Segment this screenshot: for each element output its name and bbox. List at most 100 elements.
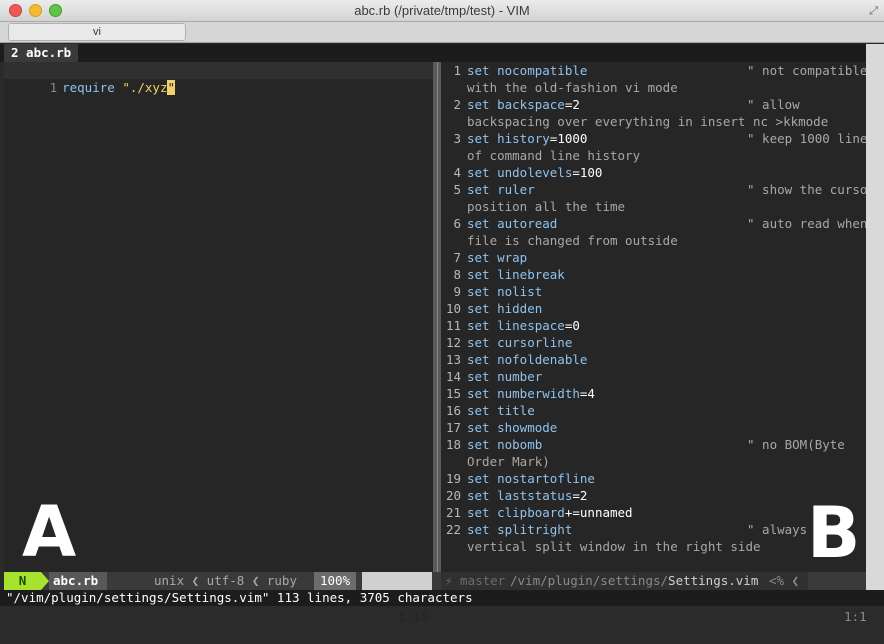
editor-pane-right[interactable]: 1 set nocompatible " not compatible with th… <box>441 62 866 572</box>
option-name: set laststatus <box>467 488 573 503</box>
code-line: 4 set undolevels=100 <box>441 164 602 181</box>
comment-continuation: vertical split window in the right side <box>467 539 761 554</box>
code-line: 13 set nofoldenable <box>441 351 587 368</box>
option-name: set numberwidth <box>467 386 580 401</box>
option-name: set showmode <box>467 420 558 435</box>
code-line: vertical split window in the right side <box>441 538 761 555</box>
comment: " show the cursor <box>747 182 866 197</box>
code-line: of command line history <box>441 147 640 164</box>
status-line: N abc.rb unix ❮ utf-8 ❮ ruby 100% ⚑ 1:15… <box>4 572 867 624</box>
overlay-letter-a: A <box>22 491 77 573</box>
option-name: set backspace <box>467 97 565 112</box>
line-number: 5 <box>453 182 461 197</box>
string-literal: "./xyz <box>122 80 168 95</box>
mac-tab-vi[interactable]: vi <box>8 23 186 41</box>
line-number: 1 <box>453 63 461 78</box>
comment-continuation: Order Mark) <box>467 454 550 469</box>
line-number: 7 <box>453 250 461 265</box>
divider-line <box>437 62 438 572</box>
option-name: set number <box>467 369 543 384</box>
comment-continuation: of command line history <box>467 148 641 163</box>
status-path: /vim/plugin/settings/Settings.vim <box>510 572 758 590</box>
option-value: +=unnamed <box>564 505 633 520</box>
option-name: set cursorline <box>467 335 573 350</box>
line-number: 6 <box>453 216 461 231</box>
line-number: 15 <box>445 386 461 401</box>
keyword-require: require <box>62 80 115 95</box>
line-number: 3 <box>453 131 461 146</box>
option-value: =2 <box>564 97 580 112</box>
option-value: =0 <box>564 318 580 333</box>
comment: " allow <box>747 97 800 112</box>
comment-continuation: backspacing over everything in insert nc… <box>467 114 829 129</box>
option-name: set clipboard <box>467 505 565 520</box>
code-line: 20 set laststatus=2 <box>441 487 587 504</box>
code-line: 22 set splitright " always ope <box>441 521 837 538</box>
code-line: 18 set nobomb " no BOM(Byte <box>441 436 845 453</box>
code-line: 2 set backspace=2 " allow <box>441 96 799 113</box>
option-name: set nolist <box>467 284 543 299</box>
line-number: 1 <box>49 80 58 95</box>
window-right-edge <box>866 44 884 590</box>
option-name: set nocompatible <box>467 63 588 78</box>
code-line: backspacing over everything in insert nc… <box>441 113 828 130</box>
text-cursor: " <box>167 80 176 95</box>
line-number: 20 <box>445 488 461 503</box>
code-line: file is changed from outside <box>441 232 678 249</box>
mode-indicator: N <box>4 572 41 590</box>
fullscreen-icon[interactable]: ⤢ <box>869 4 878 18</box>
vim-tab-abc-rb[interactable]: 2 abc.rb <box>4 44 79 62</box>
option-name: set undolevels <box>467 165 573 180</box>
code-line: 7 set wrap <box>441 249 527 266</box>
option-name: set wrap <box>467 250 528 265</box>
code-line: 17 set showmode <box>441 419 557 436</box>
status-cursor-position: ⚑ 1:15 <box>362 572 432 624</box>
status-right-info: <% ❮ <box>769 573 800 588</box>
comment: " keep 1000 lines <box>747 131 866 146</box>
line-number: 17 <box>445 420 461 435</box>
status-cursor-position-right: ⚑ 1:1 <box>808 572 867 624</box>
comment-continuation: with the old-fashion vi mode <box>467 80 678 95</box>
code-line: 5 set ruler " show the cursor <box>441 181 866 198</box>
code-line: with the old-fashion vi mode <box>441 79 678 96</box>
option-value: =100 <box>572 165 603 180</box>
line-number: 21 <box>445 505 461 520</box>
status-file-format: unix ❮ utf-8 ❮ ruby <box>154 573 297 588</box>
status-path-prefix: /vim/plugin/settings/ <box>510 573 669 588</box>
option-name: set nostartofline <box>467 471 595 486</box>
line-number: 22 <box>445 522 461 537</box>
code-line: 8 set linebreak <box>441 266 564 283</box>
status-position-right-text: 1:1 <box>844 609 867 624</box>
window-titlebar: abc.rb (/private/tmp/test) - VIM ⤢ <box>0 0 884 22</box>
code-line: 9 set nolist <box>441 283 542 300</box>
option-name: set ruler <box>467 182 535 197</box>
option-name: set nofoldenable <box>467 352 588 367</box>
option-name: set nobomb <box>467 437 543 452</box>
line-number: 2 <box>453 97 461 112</box>
mode-separator-arrow <box>41 572 49 590</box>
line-number: 10 <box>445 301 461 316</box>
comment-continuation: file is changed from outside <box>467 233 678 248</box>
comment: " no BOM(Byte <box>747 437 845 452</box>
code-line: Order Mark) <box>441 453 550 470</box>
code-line: position all the time <box>441 198 625 215</box>
mac-tab-strip: vi <box>0 22 884 43</box>
line-number: 12 <box>445 335 461 350</box>
editor-pane-left[interactable]: 1 require "./xyz" A <box>4 62 433 572</box>
code-line: 1 set nocompatible " not compatible <box>441 62 866 79</box>
line-number: 9 <box>453 284 461 299</box>
vim-tabline: 2 abc.rb <box>0 44 884 62</box>
status-filename: abc.rb <box>49 572 107 590</box>
line-number: 16 <box>445 403 461 418</box>
option-name: set autoread <box>467 216 558 231</box>
comment: " not compatible <box>747 63 866 78</box>
code-line: 6 set autoread " auto read when <box>441 215 866 232</box>
line-number: 8 <box>453 267 461 282</box>
option-value: =1000 <box>549 131 588 146</box>
option-name: set title <box>467 403 535 418</box>
line-number: 14 <box>445 369 461 384</box>
code-line: 11 set linespace=0 <box>441 317 580 334</box>
line-number: 18 <box>445 437 461 452</box>
code-line: 19 set nostartofline <box>441 470 595 487</box>
status-position-text: 1:15 <box>398 609 429 624</box>
